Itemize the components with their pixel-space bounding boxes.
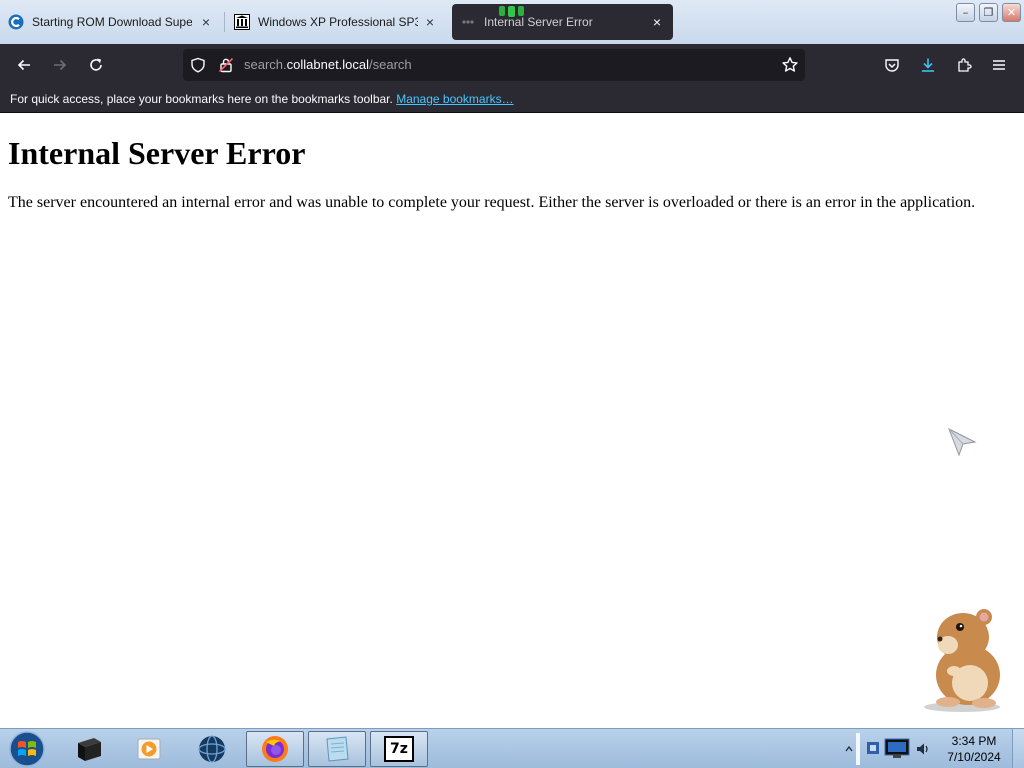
- taskbar-firefox[interactable]: [246, 731, 304, 767]
- tab-title: Starting ROM Download Super: [32, 15, 192, 29]
- pocket-button[interactable]: [878, 51, 906, 79]
- forward-arrow-icon: [54, 59, 67, 71]
- taskbar-media-app[interactable]: [60, 731, 118, 767]
- firefox-icon: [262, 736, 288, 762]
- puzzle-icon: [958, 58, 972, 72]
- taskbar-video-player[interactable]: [120, 731, 178, 767]
- taskbar-notepad[interactable]: [308, 731, 366, 767]
- taskbar-globe-app[interactable]: [183, 731, 241, 767]
- bookmarks-hint-text: For quick access, place your bookmarks h…: [10, 92, 393, 106]
- downloads-button[interactable]: [914, 51, 942, 79]
- globe-icon: [198, 735, 226, 763]
- clock[interactable]: 3:34 PM 7/10/2024: [938, 733, 1010, 765]
- taskbar: 7z 3:34 PM 7/10/2024: [0, 728, 1024, 768]
- start-button[interactable]: [0, 731, 54, 767]
- url-prefix: search.: [244, 57, 287, 72]
- hamburger-menu-icon: [993, 60, 1005, 70]
- url-bar[interactable]: search.collabnet.local/search: [183, 49, 805, 81]
- show-desktop-button[interactable]: [1012, 729, 1024, 768]
- tab-strip: Starting ROM Download Super × Windows XP…: [0, 0, 1024, 44]
- back-arrow-icon: [17, 59, 30, 71]
- show-hidden-icons-button[interactable]: [843, 741, 855, 757]
- lock-insecure-icon[interactable]: [218, 57, 234, 77]
- error-message: The server encountered an internal error…: [8, 194, 976, 211]
- tab-close-icon[interactable]: ×: [422, 14, 438, 30]
- tab-close-icon[interactable]: ×: [649, 14, 665, 30]
- video-player-icon: [137, 738, 161, 760]
- action-center-icon[interactable]: [865, 740, 881, 760]
- bookmark-star-icon[interactable]: [781, 56, 799, 78]
- url-text: search.collabnet.local/search: [244, 57, 412, 72]
- pocket-icon: [885, 59, 899, 72]
- tab-title: Windows XP Professional SP3 x: [258, 15, 418, 29]
- loading-indicator-icon: [496, 4, 528, 18]
- tab-close-icon[interactable]: ×: [198, 14, 214, 30]
- page-content: Internal Server Error The server encount…: [0, 113, 1024, 728]
- reload-button[interactable]: [82, 51, 110, 79]
- tab-separator: [224, 12, 225, 32]
- 7zip-icon: 7z: [384, 736, 414, 762]
- download-icon: [922, 58, 934, 72]
- volume-icon[interactable]: [915, 741, 931, 761]
- restore-button[interactable]: ❐: [979, 3, 998, 22]
- windows-orb-icon: [9, 731, 45, 767]
- tab-rom-download[interactable]: Starting ROM Download Super ×: [0, 4, 222, 40]
- notepad-icon: [326, 736, 349, 762]
- minimize-button[interactable]: –: [956, 3, 975, 22]
- bookmarks-toolbar: For quick access, place your bookmarks h…: [0, 86, 1024, 113]
- page-title: Internal Server Error: [8, 135, 306, 171]
- clock-date: 7/10/2024: [947, 750, 1001, 764]
- url-host: collabnet.local: [286, 57, 370, 72]
- network-icon[interactable]: [883, 737, 911, 763]
- menu-button[interactable]: [985, 51, 1013, 79]
- close-window-button[interactable]: ✕: [1002, 3, 1021, 22]
- reload-icon: [90, 58, 102, 71]
- forward-button[interactable]: [46, 51, 74, 79]
- clock-time: 3:34 PM: [951, 734, 997, 748]
- black-box-icon: [78, 738, 101, 761]
- manage-bookmarks-link[interactable]: Manage bookmarks…: [396, 92, 513, 106]
- taskbar-7zip[interactable]: 7z: [370, 731, 428, 767]
- tab-windows-xp[interactable]: Windows XP Professional SP3 x ×: [226, 4, 444, 40]
- tray-chevron-icon: [845, 745, 853, 752]
- circular-c-icon: [8, 14, 24, 30]
- extensions-button[interactable]: [950, 51, 978, 79]
- hamster-mascot-icon: [918, 603, 1012, 717]
- shield-icon[interactable]: [190, 57, 206, 77]
- url-path: /search: [369, 57, 412, 72]
- 7zip-label: 7z: [390, 741, 408, 757]
- dots-icon: [460, 14, 476, 30]
- archive-columns-icon: [234, 14, 250, 30]
- tab-internal-server-error[interactable]: Internal Server Error ×: [452, 4, 673, 40]
- system-tray: [857, 729, 937, 768]
- mouse-cursor-icon: [946, 426, 978, 462]
- back-button[interactable]: [10, 51, 38, 79]
- navigation-toolbar: search.collabnet.local/search: [0, 44, 1024, 86]
